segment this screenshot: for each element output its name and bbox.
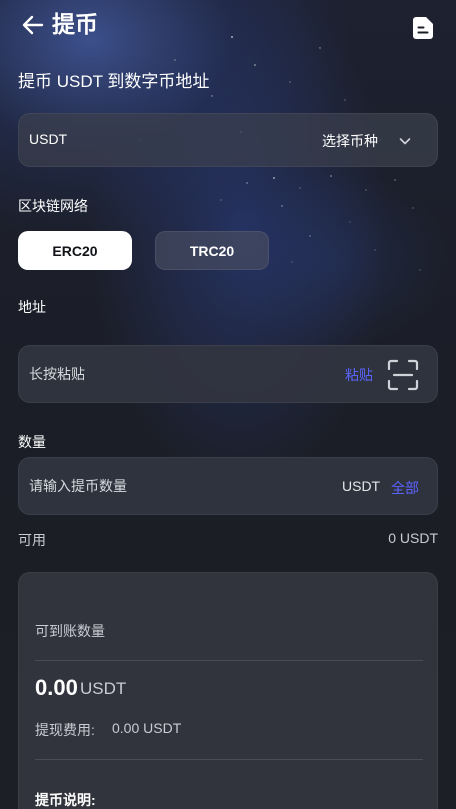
coin-select-hint: 选择币种: [322, 133, 378, 149]
receive-label: 可到账数量: [35, 623, 105, 639]
withdraw-notes-title: 提币说明:: [35, 792, 96, 808]
page-title: 提币: [52, 11, 98, 37]
network-label: 区块链网络: [18, 198, 88, 214]
coin-select[interactable]: USDT 选择币种: [18, 113, 438, 167]
fee-value: 0.00 USDT: [112, 720, 182, 736]
receive-amount: 0.00: [35, 675, 78, 700]
address-label: 地址: [18, 299, 46, 315]
withdraw-all-button[interactable]: 全部: [391, 478, 419, 498]
amount-input[interactable]: [29, 458, 289, 514]
receive-unit: USDT: [80, 679, 127, 698]
record-document-icon[interactable]: [412, 16, 434, 40]
address-field: 粘贴: [18, 345, 438, 403]
network-option-erc20[interactable]: ERC20: [18, 231, 132, 270]
amount-unit: USDT: [342, 478, 381, 494]
header: 提币: [0, 0, 456, 52]
address-input[interactable]: [29, 346, 289, 402]
paste-button[interactable]: 粘贴: [345, 365, 373, 385]
amount-label: 数量: [18, 434, 46, 450]
section-title: 提币 USDT 到数字币地址: [18, 72, 210, 91]
selected-coin: USDT: [29, 131, 68, 147]
available-label: 可用: [18, 532, 46, 548]
fee-label: 提现费用:: [35, 722, 95, 738]
amount-field: USDT 全部: [18, 457, 438, 515]
network-option-trc20[interactable]: TRC20: [155, 231, 269, 270]
divider: [35, 660, 423, 661]
divider: [35, 759, 423, 760]
chevron-down-icon: [399, 138, 411, 145]
withdraw-page: 提币 提币 USDT 到数字币地址 USDT 选择币种 区块链网络 ERC20 …: [0, 0, 456, 809]
back-arrow-icon[interactable]: [20, 12, 46, 38]
summary-card: 可到账数量 0.00 USDT 提现费用: 0.00 USDT 提币说明:: [18, 572, 438, 809]
scan-icon[interactable]: [387, 359, 419, 391]
available-value: 0 USDT: [388, 530, 438, 546]
